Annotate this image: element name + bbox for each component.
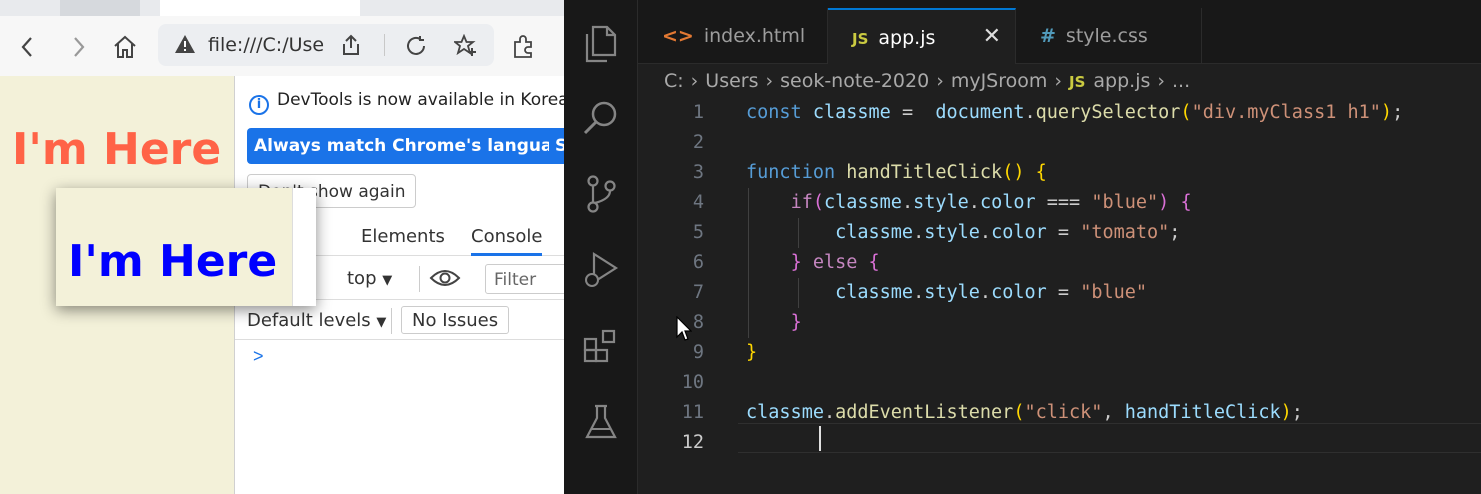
filter-input[interactable]: Filter [485,264,564,294]
code-line: 7 classme.style.color = "blue" [638,278,1481,308]
line-number: 9 [692,342,704,363]
match-language-button[interactable]: Always match Chrome's language [247,128,564,164]
breadcrumb-item[interactable]: app.js [1093,70,1150,92]
issues-button[interactable]: No Issues [401,306,510,334]
forward-icon[interactable] [66,34,92,60]
context-selector[interactable]: top ▼ [347,268,392,289]
js-file-icon: JS [852,30,869,48]
popup-heading[interactable]: I'm Here [68,236,277,287]
line-number: 3 [692,162,704,183]
tab-label: style.css [1065,25,1148,47]
line-number: 10 [681,372,704,393]
devtools-info-text: DevTools is now available in Korea [277,90,564,110]
tab-console[interactable]: Console [471,226,543,256]
eye-icon[interactable] [429,266,461,295]
switch-language-button[interactable]: S [549,128,564,164]
html-file-icon: <> [662,25,694,47]
page-heading[interactable]: I'm Here [12,124,221,175]
browser-toolbar: file:///C:/Use [0,16,564,76]
console-levels-bar: Default levels ▼ No Issues [235,302,564,340]
line-number: 5 [692,222,704,243]
zoom-popup: I'm Here [56,188,316,306]
code-line: 12 [638,428,1481,458]
extensions-icon[interactable] [510,34,536,60]
run-debug-icon[interactable] [581,250,621,290]
divider [384,34,385,56]
code-line: 8 } [638,308,1481,338]
tab-elements[interactable]: Elements [361,226,445,247]
mouse-pointer-icon [676,315,693,347]
browser-tabstrip [0,0,564,16]
line-number: 7 [692,282,704,303]
explorer-icon[interactable] [581,24,621,64]
home-icon[interactable] [112,34,138,60]
favorites-icon[interactable] [452,33,480,63]
code-editor[interactable]: 1 const classme = document.querySelector(… [638,98,1481,494]
breadcrumb: C: › Users › seok-note-2020 › myJSroom › JS app.j… [664,70,1191,92]
divider [391,308,392,334]
breadcrumb-item[interactable]: seok-note-2020 [780,70,929,92]
code-line: 3 function handTitleClick() { [638,158,1481,188]
source-control-icon[interactable] [581,174,621,214]
browser-tab-active[interactable] [160,0,360,16]
editor-tabs: <> index.html JS app.js ✕ # style.css [638,0,1481,64]
line-number: 8 [692,312,704,333]
info-icon: i [249,95,269,115]
js-file-icon: JS [1069,73,1086,91]
refresh-icon[interactable] [404,34,428,63]
warning-icon[interactable] [174,34,196,59]
code-line: 10 [638,368,1481,398]
line-number: 12 [681,432,704,453]
activity-bar [564,0,638,494]
search-icon[interactable] [581,98,621,138]
code-line: 5 classme.style.color = "tomato"; [638,218,1481,248]
testing-icon[interactable] [581,402,621,442]
browser-tab[interactable] [60,0,140,16]
line-number: 11 [681,402,704,423]
devtools-tabs: Elements Console [315,216,564,256]
code-line: 4 if(classme.style.color === "blue") { [638,188,1481,218]
share-icon[interactable] [340,34,362,61]
tab-style-css[interactable]: # style.css [1016,8,1202,64]
code-line: 1 const classme = document.querySelector(… [638,98,1481,128]
breadcrumb-item[interactable]: ... [1172,70,1190,92]
line-number: 2 [692,132,704,153]
tab-label: index.html [703,25,806,47]
line-number: 4 [692,192,704,213]
breadcrumb-item[interactable]: Users [705,70,758,92]
line-number: 1 [692,102,704,123]
code-line: 6 } else { [638,248,1481,278]
devtools-info-banner: i DevTools is now available in Korea [249,90,564,115]
tab-app-js[interactable]: JS app.js ✕ [828,8,1016,64]
css-file-icon: # [1040,25,1056,47]
vscode-window: <> index.html JS app.js ✕ # style.css C: › Use… [564,0,1481,494]
address-url[interactable]: file:///C:/Use [208,34,328,56]
breadcrumb-item[interactable]: myJSroom [951,70,1048,92]
divider [419,266,420,292]
breadcrumb-item[interactable]: C: [664,70,684,92]
address-bar[interactable]: file:///C:/Use [158,24,494,66]
code-line: 11 classme.addEventListener("click", hand… [638,398,1481,428]
text-cursor [819,426,821,451]
back-icon[interactable] [14,34,40,60]
line-number: 6 [692,252,704,273]
code-line: 2 [638,128,1481,158]
popup-devtools-slice [292,188,316,306]
tab-index-html[interactable]: <> index.html [638,8,828,64]
close-icon[interactable]: ✕ [983,24,1001,49]
extensions-icon[interactable] [581,326,621,366]
default-levels-dropdown[interactable]: Default levels ▼ [247,310,386,331]
console-prompt[interactable]: > [253,346,264,367]
console-toolbar: top ▼ Filter [315,258,564,300]
browser-window: file:///C:/Use I'm Here i DevTools is now… [0,0,564,494]
tab-label: app.js [878,27,936,49]
code-line: 9} [638,338,1481,368]
